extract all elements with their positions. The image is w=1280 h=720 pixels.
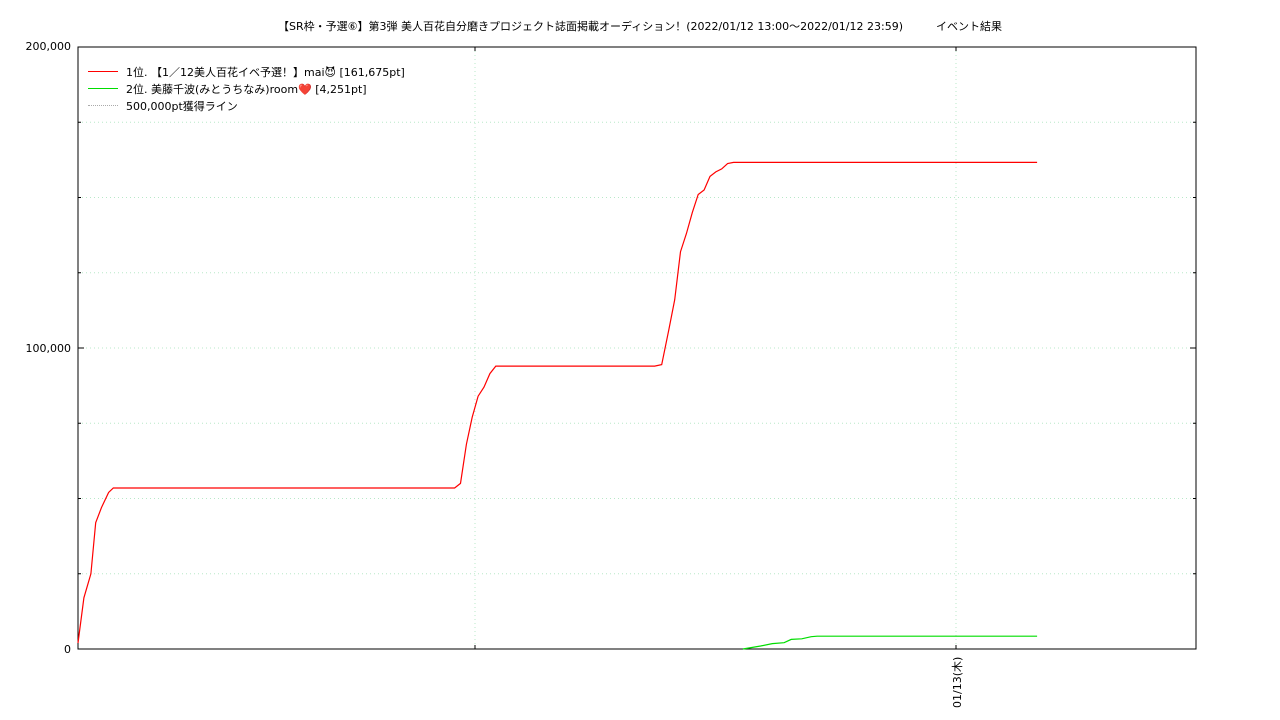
legend-label-target-line: 500,000pt獲得ライン (126, 99, 238, 113)
legend-item-mai: 1位. 【1／12美人百花イベ予選！】mai😈 [161,675pt] (88, 63, 405, 80)
legend-swatch-red (88, 71, 118, 72)
y-tick-label-0: 0 (64, 643, 71, 656)
legend-swatch-dotted (88, 105, 118, 106)
series-line-0 (77, 161, 1038, 644)
chart-legend: 1位. 【1／12美人百花イベ予選！】mai😈 [161,675pt] 2位. … (88, 63, 405, 114)
axis-ticks (78, 46, 1196, 650)
series-line-1 (742, 635, 1038, 650)
grid-lines (78, 47, 1196, 649)
y-tick-label-200000: 200,000 (25, 40, 72, 53)
legend-label-mito: 2位. 美藤千波(みとうちなみ)room❤️ [4,251pt] (126, 82, 367, 96)
legend-label-mai: 1位. 【1／12美人百花イベ予選！】mai😈 [161,675pt] (126, 65, 405, 79)
legend-item-mito: 2位. 美藤千波(みとうちなみ)room❤️ [4,251pt] (88, 80, 405, 97)
series-lines (77, 161, 1038, 650)
plot-area-frame (77, 46, 1197, 650)
y-tick-label-100000: 100,000 (25, 342, 72, 355)
x-tick-label-0113: 01/13(木) (951, 656, 964, 708)
legend-swatch-green (88, 88, 118, 89)
legend-item-target-line: 500,000pt獲得ライン (88, 97, 405, 114)
